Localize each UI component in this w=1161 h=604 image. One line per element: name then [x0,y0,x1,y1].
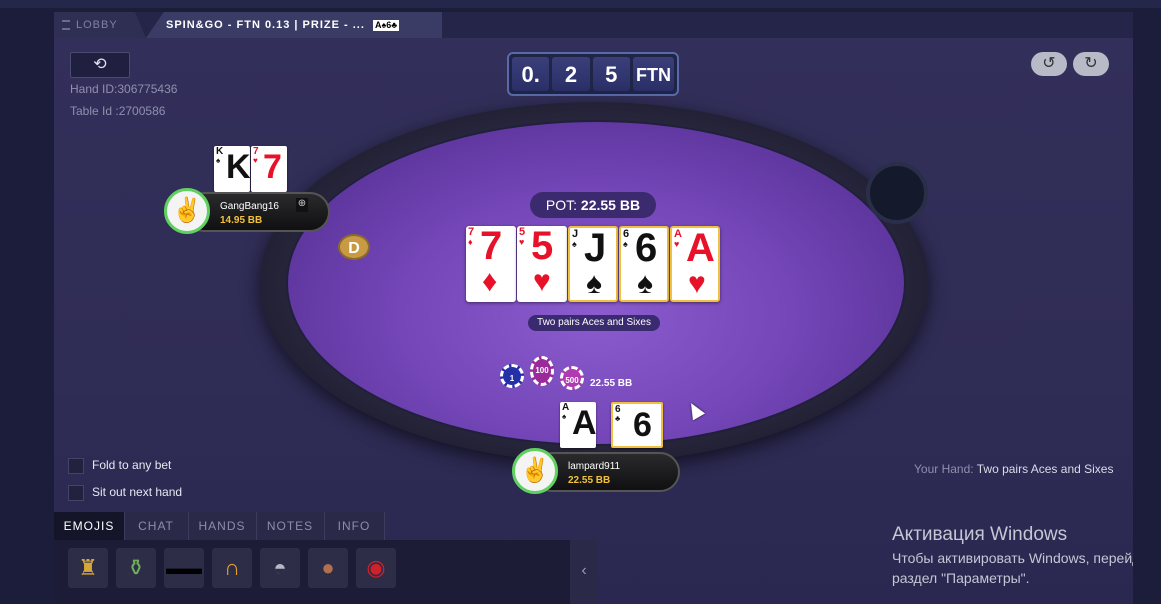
tab-table[interactable]: SPIN&GO - FTN 0.13 | PRIZE - ... A♠6♣ × [146,12,442,38]
tab-table-label: SPIN&GO - FTN 0.13 | PRIZE - ... [166,19,365,31]
collapse-panel-button[interactable]: ‹ [570,540,598,602]
tab-chat[interactable]: CHAT [124,512,189,540]
activation-line1: Чтобы активировать Windows, перейди [892,550,1133,566]
activation-title: Активация Windows [892,524,1068,545]
your-hand-value: Two pairs Aces and Sixes [976,462,1114,476]
pot-display: POT: 22.55 BB [530,192,656,218]
board-card: 7 ♦ 7 ♦ [466,226,516,302]
activation-line2: раздел "Параметры". [892,570,1030,586]
game-area: ⟲ Hand ID:306775436 Table Id :2700586 0.… [54,38,1133,604]
victory-hand-icon: ✌ [172,197,202,224]
your-hand-info: Your Hand: Two pairs Aces and Sixes [914,462,1113,476]
emoji-panel: ♜ ⚱ ▬▬ ∩ ◓ ● ◉ [54,540,570,604]
egg-icon[interactable]: ● [308,548,348,588]
sunglasses-icon[interactable]: ▬▬ [164,548,204,588]
lips-icon[interactable]: ◉ [356,548,396,588]
opponent-card: 7 ♥ 7 [251,146,287,192]
hero-name: lampard911 [568,461,621,472]
window-icon[interactable] [488,19,500,31]
rotate-right-icon: ↻ [1084,55,1098,72]
sit-out-next-hand-checkbox[interactable] [68,485,84,501]
windows-activation-watermark: Активация Windows Чтобы активировать Win… [892,524,1133,586]
table-id: Table Id :2700586 [70,104,166,118]
chip-1: 1 [500,364,524,388]
fold-to-any-bet-label: Fold to any bet [92,458,172,473]
board-card: 6 ♠ 6 ♠ [619,226,669,302]
rotate-right-button[interactable]: ↻ [1073,52,1109,76]
trophy-icon[interactable]: ♜ [68,548,108,588]
pot-value: 22.55 BB [580,197,641,213]
pot-label: POT: [545,197,578,213]
empty-seat[interactable] [866,162,928,224]
bet-amount: 22.55 BB [590,378,633,389]
chip-500: 500 [560,366,584,390]
hand-history-button[interactable]: ⟲ [70,52,130,78]
drag-handle-icon [62,20,70,31]
hand-id: Hand ID:306775436 [70,82,178,96]
bottle-icon[interactable]: ⚱ [116,548,156,588]
stake-digit: 0. [512,57,550,91]
board-card: J ♠ J ♠ [568,226,618,302]
sit-out-next-hand-label: Sit out next hand [92,485,183,500]
horseshoe-icon[interactable]: ∩ [212,548,252,588]
chevron-left-icon: ‹ [581,562,587,579]
stake-digit: 5 [592,57,630,91]
hero-stack: 22.55 BB [568,475,611,486]
opponent-avatar[interactable]: ✌ [164,188,210,234]
victory-hand-icon: ✌ [520,457,550,484]
add-note-icon[interactable]: ⊕ [296,198,308,212]
board-card: A ♥ A ♥ [670,226,720,302]
stakes-display: 0. 2 5 FTN [507,52,679,96]
chip-100: 100 [530,356,554,386]
dealer-button: D [338,234,370,260]
tab-notes[interactable]: NOTES [256,512,325,540]
fold-to-any-bet-option[interactable]: Fold to any bet [68,458,171,474]
tab-lobby[interactable]: LOBBY [54,12,146,38]
opponent-card: K ♠ K [214,146,250,192]
fish-icon[interactable]: ◓ [260,548,300,588]
hero-card: 6 ♣ 6 [611,402,663,448]
stake-unit: FTN [632,57,674,91]
board-card: 5 ♥ 5 ♥ [517,226,567,302]
hero-card: A ♠ A [560,402,596,448]
top-bar [0,0,1161,8]
history-icon: ⟲ [93,56,107,73]
your-hand-label: Your Hand: [914,462,974,476]
rotate-left-icon: ↺ [1042,55,1056,72]
close-icon[interactable]: × [506,19,518,31]
stake-digit: 2 [552,57,590,91]
right-sidebar [1133,8,1161,604]
rotate-left-button[interactable]: ↺ [1031,52,1067,76]
hero-avatar[interactable]: ✌ [512,448,558,494]
sit-out-next-hand-option[interactable]: Sit out next hand [68,485,182,501]
opponent-stack: 14.95 BB [220,215,263,226]
tab-hands[interactable]: HANDS [188,512,257,540]
tab-table-cards: A♠6♣ [372,20,400,31]
board-hand-label: Two pairs Aces and Sixes [528,315,660,331]
opponent-name: GangBang16 [220,201,279,212]
tab-emojis[interactable]: EMOJIS [54,512,125,540]
left-sidebar [0,8,54,604]
panel-tabs: EMOJIS CHAT HANDS NOTES INFO [54,512,385,540]
tab-strip: LOBBY SPIN&GO - FTN 0.13 | PRIZE - ... A… [54,12,1133,38]
fold-to-any-bet-checkbox[interactable] [68,458,84,474]
tab-info[interactable]: INFO [324,512,385,540]
tab-lobby-label: LOBBY [76,19,118,31]
